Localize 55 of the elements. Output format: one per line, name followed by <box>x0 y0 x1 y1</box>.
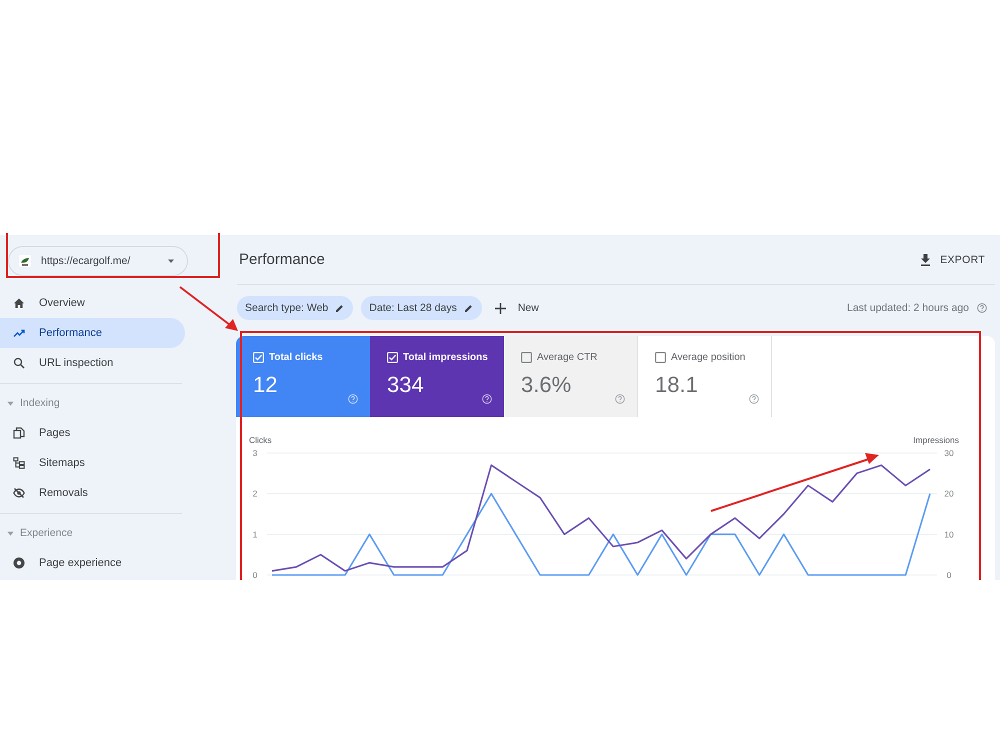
export-button[interactable]: EXPORT <box>920 254 985 266</box>
nav-item[interactable]: Sitemaps <box>0 448 185 478</box>
logo-icon <box>19 255 31 267</box>
search-icon <box>13 357 25 369</box>
caret-icon <box>7 530 14 536</box>
metric-value: 12 <box>253 372 278 398</box>
filter-chip[interactable]: Date: Last 28 days <box>361 296 482 320</box>
metric-label: Average CTR <box>537 351 598 364</box>
tick-label: 1 <box>252 529 258 540</box>
tick-label: 30 <box>944 448 954 458</box>
copy-icon <box>13 427 25 439</box>
nav-item[interactable]: Page experience <box>0 548 185 578</box>
help-icon <box>615 394 625 404</box>
metric-label: Total impressions <box>403 351 488 364</box>
page-title: Performance <box>239 251 325 268</box>
nav-item[interactable]: Pages <box>0 418 185 448</box>
home-icon <box>13 297 25 309</box>
help-icon <box>348 394 358 404</box>
tick-label: 10 <box>944 529 954 540</box>
trending-up-icon <box>13 327 25 339</box>
eye-off-icon <box>13 487 25 499</box>
pencil-icon <box>464 304 473 312</box>
tick-label: 0 <box>252 570 258 580</box>
checkbox[interactable] <box>655 352 666 363</box>
nav-item[interactable]: Removals <box>0 478 185 508</box>
download-icon <box>920 254 932 266</box>
tick-label: 0 <box>946 570 952 580</box>
metric-label: Average position <box>671 351 746 364</box>
new-filter-button[interactable]: New <box>494 302 539 314</box>
caret-icon <box>7 400 14 406</box>
checkbox[interactable] <box>521 352 532 363</box>
nav-item[interactable]: Performance <box>0 318 185 348</box>
metric-value: 334 <box>387 372 424 398</box>
last-updated-text: Last updated: 2 hours ago <box>846 302 969 314</box>
ring-icon <box>13 557 25 569</box>
tick-label: 2 <box>252 488 258 499</box>
annotation-arrow <box>178 285 240 333</box>
property-selector[interactable]: https://ecargolf.me/ <box>8 246 188 276</box>
help-icon <box>482 394 492 404</box>
tick-label: 20 <box>944 488 954 499</box>
sitemap-icon <box>13 457 25 469</box>
metric-value: 18.1 <box>655 372 698 398</box>
metric-label: Total clicks <box>269 351 323 364</box>
filter-chip[interactable]: Search type: Web <box>237 296 354 320</box>
plus-icon <box>494 302 506 314</box>
help-icon <box>977 303 987 313</box>
nav-item[interactable]: Overview <box>0 288 185 318</box>
pencil-icon <box>335 304 344 312</box>
help-icon <box>749 394 759 404</box>
tick-label: 3 <box>252 448 258 458</box>
nav-item[interactable]: URL inspection <box>0 348 185 378</box>
axis-title: Clicks <box>249 435 272 445</box>
caret-icon <box>167 257 175 265</box>
axis-title: Impressions <box>913 435 959 445</box>
metric-value: 3.6% <box>521 372 572 398</box>
